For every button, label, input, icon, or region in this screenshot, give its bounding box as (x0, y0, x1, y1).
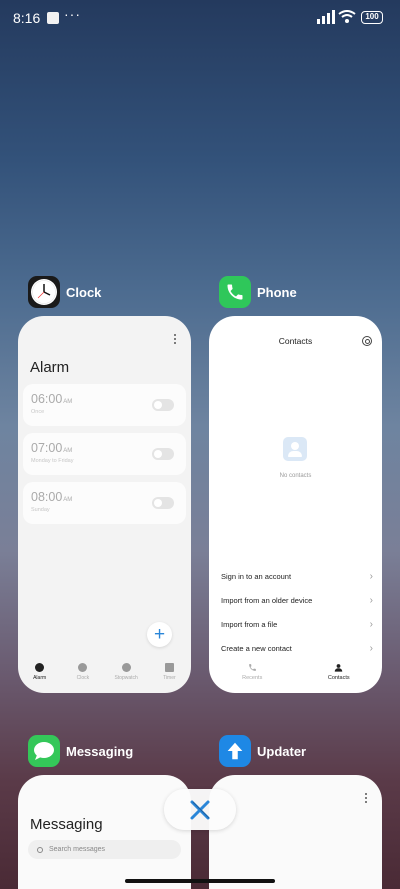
alarm-ampm: AM (63, 399, 73, 405)
alarm-repeat: Once (31, 409, 45, 415)
app-name-phone: Phone (257, 284, 297, 300)
world-clock-icon (78, 663, 88, 672)
menu-label: Import from a file (221, 619, 278, 629)
app-header-clock[interactable]: Clock (28, 276, 101, 308)
nav-item-recents: Recents (222, 653, 282, 693)
messaging-title: Messaging (30, 816, 103, 833)
more-notifications-indicator: ··· (64, 6, 81, 22)
settings-icon (362, 336, 372, 346)
updater-icon (219, 735, 251, 767)
more-options-icon (174, 334, 177, 346)
alarm-item: 06:00AM Once (23, 384, 186, 426)
app-header-updater[interactable]: Updater (219, 735, 306, 767)
recent-card-messaging[interactable]: Messaging Search messages (18, 775, 191, 889)
add-alarm-button: + (147, 622, 172, 647)
alarm-ampm: AM (63, 497, 73, 503)
nav-label: Clock (76, 675, 90, 681)
menu-item: Sign in to an account › (221, 566, 373, 586)
alarm-toggle (152, 448, 174, 460)
nav-item-contacts: Contacts (309, 653, 369, 693)
search-icon (37, 846, 43, 853)
chevron-right-icon: › (369, 642, 373, 654)
nav-label: Recents (242, 675, 263, 681)
home-indicator[interactable] (125, 879, 275, 883)
nav-item-alarm: Alarm (20, 653, 60, 693)
recents-icon (248, 664, 256, 671)
clear-all-button[interactable] (164, 789, 236, 830)
nav-item-stopwatch: Stopwatch (106, 653, 146, 693)
app-header-phone[interactable]: Phone (219, 276, 297, 308)
chevron-right-icon: › (369, 618, 373, 630)
menu-item: Import from a file › (221, 614, 373, 634)
alarm-item: 08:00AM Sunday (23, 482, 186, 524)
menu-label: Sign in to an account (221, 571, 292, 581)
nav-label: Alarm (33, 675, 47, 681)
alarm-toggle (152, 497, 174, 509)
alarm-time: 06:00 (31, 392, 63, 406)
contacts-icon (335, 664, 343, 672)
menu-item: Import from an older device › (221, 590, 373, 610)
nav-item-timer: Timer (149, 653, 189, 693)
battery-icon: 100 (361, 11, 383, 24)
more-options-icon (365, 793, 368, 805)
status-time: 8:16 (13, 10, 41, 26)
clear-all-icon (190, 800, 210, 819)
alarm-page-title: Alarm (30, 359, 70, 376)
clock-icon (28, 276, 60, 308)
contacts-title: Contacts (278, 336, 313, 346)
app-name-clock: Clock (66, 284, 102, 300)
search-messages-field: Search messages (28, 840, 181, 859)
clock-bottom-nav: Alarm Clock Stopwatch Timer (18, 653, 191, 693)
wifi-icon (338, 10, 356, 23)
alarm-toggle (152, 399, 174, 411)
alarm-repeat: Sunday (31, 507, 50, 513)
menu-label: Import from an older device (221, 595, 313, 605)
chevron-right-icon: › (369, 570, 373, 582)
empty-state-text: No contacts (279, 473, 312, 479)
nav-label: Stopwatch (114, 675, 138, 681)
stopwatch-icon (121, 663, 131, 672)
app-header-messaging[interactable]: Messaging (28, 735, 133, 767)
alarm-item: 07:00AM Monday to Friday (23, 433, 186, 475)
alarm-icon (35, 663, 45, 672)
contact-placeholder-icon (283, 437, 307, 461)
search-placeholder: Search messages (49, 846, 106, 853)
messaging-icon (28, 735, 60, 767)
app-name-messaging: Messaging (66, 743, 134, 759)
app-name-updater: Updater (257, 743, 307, 759)
phone-icon (219, 276, 251, 308)
status-bar: 8:16 ··· 100 (0, 0, 400, 36)
nav-label: Timer (163, 675, 176, 681)
nav-label: Contacts (327, 675, 350, 681)
phone-bottom-nav: Recents Contacts (209, 653, 382, 693)
alarm-time: 08:00 (31, 490, 63, 504)
alarm-time: 07:00 (31, 441, 63, 455)
alarm-repeat: Monday to Friday (31, 458, 74, 464)
recent-card-clock[interactable]: Alarm 06:00AM Once 07:00AM Monday to Fri… (18, 316, 191, 693)
nav-item-clock: Clock (63, 653, 103, 693)
notification-square-icon (47, 12, 59, 24)
alarm-ampm: AM (63, 448, 73, 454)
chevron-right-icon: › (369, 594, 373, 606)
recent-card-phone[interactable]: Contacts No contacts Sign in to an accou… (209, 316, 382, 693)
menu-label: Create a new contact (221, 643, 292, 653)
timer-icon (164, 663, 174, 672)
signal-icon (317, 10, 335, 24)
recent-card-updater[interactable] (209, 775, 382, 889)
